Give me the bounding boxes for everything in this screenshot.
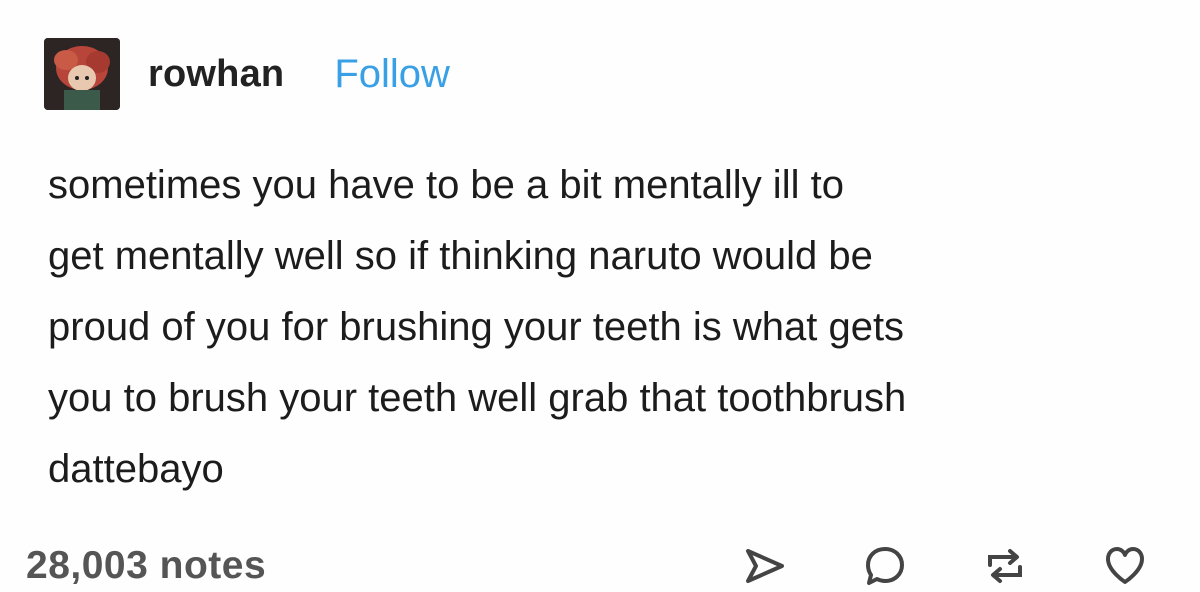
heart-icon xyxy=(1106,547,1144,584)
like-button[interactable] xyxy=(1100,541,1150,591)
reblog-button[interactable] xyxy=(980,541,1030,591)
avatar[interactable] xyxy=(44,38,120,110)
tumblr-post: rowhan Follow sometimes you have to be a… xyxy=(0,0,1200,592)
follow-button[interactable]: Follow xyxy=(334,52,450,97)
comment-icon xyxy=(866,547,904,585)
post-actions xyxy=(740,541,1160,591)
notes-count[interactable]: 28,003 notes xyxy=(26,544,266,588)
share-button[interactable] xyxy=(740,541,790,591)
post-body: sometimes you have to be a bit mentally … xyxy=(48,163,907,491)
reblog-icon xyxy=(988,549,1022,583)
share-icon xyxy=(746,549,784,583)
post-header: rowhan Follow xyxy=(44,38,450,110)
avatar-image xyxy=(44,38,120,110)
comment-button[interactable] xyxy=(860,541,910,591)
username[interactable]: rowhan xyxy=(148,53,284,96)
post-footer: 28,003 notes xyxy=(26,540,1160,592)
